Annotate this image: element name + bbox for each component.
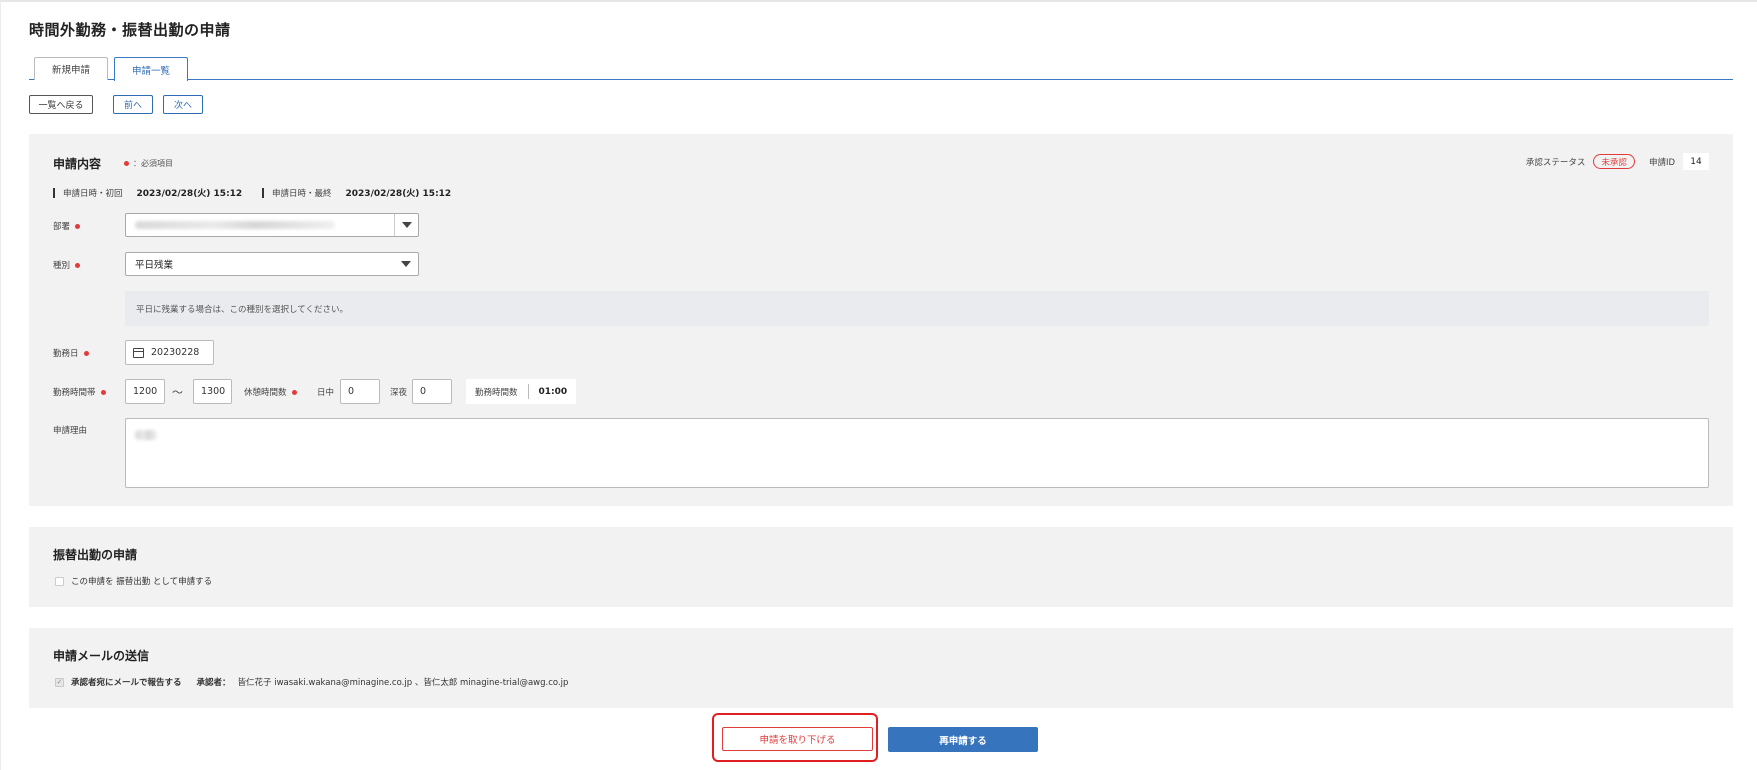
required-dot — [75, 223, 81, 229]
status-area: 承認ステータス 未承認 申請ID 14 — [1526, 153, 1709, 170]
required-note: ：必須項目 — [133, 159, 173, 168]
tab-bar: 新規申請 申請一覧 — [29, 57, 1733, 81]
type-select[interactable]: 平日残業 — [125, 252, 419, 276]
required-dot — [100, 389, 106, 395]
last-date-label: 申請日時・最終 — [272, 188, 332, 199]
work-date-value: 20230228 — [151, 347, 200, 358]
department-value-blurred — [126, 221, 394, 229]
last-date-row: 申請日時・最終 2023/02/28(火) 15:12 — [262, 186, 451, 199]
last-date-value: 2023/02/28(火) 15:12 — [345, 189, 452, 199]
work-date-input[interactable]: 20230228 — [125, 340, 214, 365]
break-label-row: 休憩時間数 — [244, 386, 297, 398]
chevron-down-icon — [394, 214, 418, 236]
substitute-checkbox-label: この申請を 振替出勤 として申請する — [71, 577, 213, 587]
work-time-label-row: 勤務時間帯 — [53, 386, 106, 398]
tab-application-list[interactable]: 申請一覧 — [114, 57, 188, 81]
substitute-checkbox[interactable] — [55, 576, 64, 586]
reason-textarea[interactable] — [125, 418, 1709, 488]
night-label: 深夜 — [390, 388, 408, 398]
approver-list: 皆仁花子 iwasaki.wakana@minagine.co.jp 、皆仁太郎… — [237, 678, 569, 688]
application-panel: 申請内容 ：必須項目 承認ステータス 未承認 申請ID 14 申請日時・初回 2… — [29, 134, 1733, 506]
section-title: 申請内容 — [53, 157, 102, 171]
page-title: 時間外勤務・振替出勤の申請 — [29, 21, 231, 39]
work-time-label: 勤務時間帯 — [53, 388, 96, 398]
required-dot — [291, 389, 297, 395]
next-button[interactable]: 次へ — [163, 95, 203, 114]
status-label: 承認ステータス — [1525, 157, 1586, 168]
mail-checkbox-row[interactable]: ✓ 承認者宛にメールで報告する 承認者： 皆仁花子 iwasaki.wakana… — [55, 676, 568, 688]
total-hours: 勤務時間数 01:00 — [466, 379, 577, 404]
status-badge: 未承認 — [1593, 154, 1635, 169]
required-dot — [124, 161, 129, 166]
break-label: 休憩時間数 — [244, 388, 287, 398]
day-label: 日中 — [317, 388, 335, 398]
department-label: 部署 — [53, 222, 71, 232]
time-separator: 〜 — [172, 386, 183, 399]
approver-label: 承認者： — [196, 678, 231, 688]
total-hours-value: 01:00 — [538, 386, 568, 397]
back-to-list-button[interactable]: 一覧へ戻る — [29, 95, 93, 114]
id-value: 14 — [1683, 153, 1709, 170]
calendar-icon — [133, 347, 144, 358]
substitute-checkbox-row[interactable]: この申請を 振替出勤 として申請する — [55, 575, 212, 587]
time-end-input[interactable]: 1300 — [193, 379, 232, 404]
blurred-value — [135, 430, 157, 440]
type-label: 種別 — [53, 261, 71, 271]
night-break-input[interactable]: 0 — [412, 379, 452, 404]
withdraw-button[interactable]: 申請を取り下げる — [722, 727, 873, 751]
department-select[interactable] — [125, 213, 419, 237]
prev-button[interactable]: 前へ — [113, 95, 153, 114]
mail-checkbox-label: 承認者宛にメールで報告する — [71, 678, 182, 688]
mail-panel: 申請メールの送信 ✓ 承認者宛にメールで報告する 承認者： 皆仁花子 iwasa… — [29, 628, 1733, 708]
mail-title: 申請メールの送信 — [53, 649, 150, 663]
department-label-row: 部署 — [53, 220, 81, 232]
type-hint: 平日に残業する場合は、この種別を選択してください。 — [125, 291, 1709, 326]
resubmit-button[interactable]: 再申請する — [888, 727, 1038, 752]
reason-label: 申請理由 — [53, 426, 88, 436]
type-label-row: 種別 — [53, 259, 81, 271]
mail-checkbox[interactable]: ✓ — [55, 677, 64, 687]
work-date-label-row: 勤務日 — [53, 347, 89, 359]
blurred-value — [135, 221, 335, 229]
work-date-label: 勤務日 — [53, 349, 79, 359]
meta-bar — [53, 187, 55, 198]
meta-bar — [262, 187, 264, 198]
type-value: 平日残業 — [135, 260, 174, 271]
tab-new-application[interactable]: 新規申請 — [34, 57, 108, 80]
day-break-input[interactable]: 0 — [340, 379, 380, 404]
required-dot — [83, 350, 89, 356]
first-date-row: 申請日時・初回 2023/02/28(火) 15:12 — [53, 186, 242, 199]
total-hours-label: 勤務時間数 — [475, 384, 529, 399]
time-start-input[interactable]: 1200 — [125, 379, 165, 404]
required-legend: ：必須項目 — [124, 158, 173, 169]
first-date-label: 申請日時・初回 — [63, 188, 123, 199]
id-label: 申請ID — [1648, 157, 1675, 168]
substitute-title: 振替出勤の申請 — [53, 548, 138, 562]
first-date-value: 2023/02/28(火) 15:12 — [136, 189, 243, 199]
chevron-down-icon — [394, 253, 418, 275]
required-dot — [75, 262, 81, 268]
substitute-panel: 振替出勤の申請 この申請を 振替出勤 として申請する — [29, 527, 1733, 607]
